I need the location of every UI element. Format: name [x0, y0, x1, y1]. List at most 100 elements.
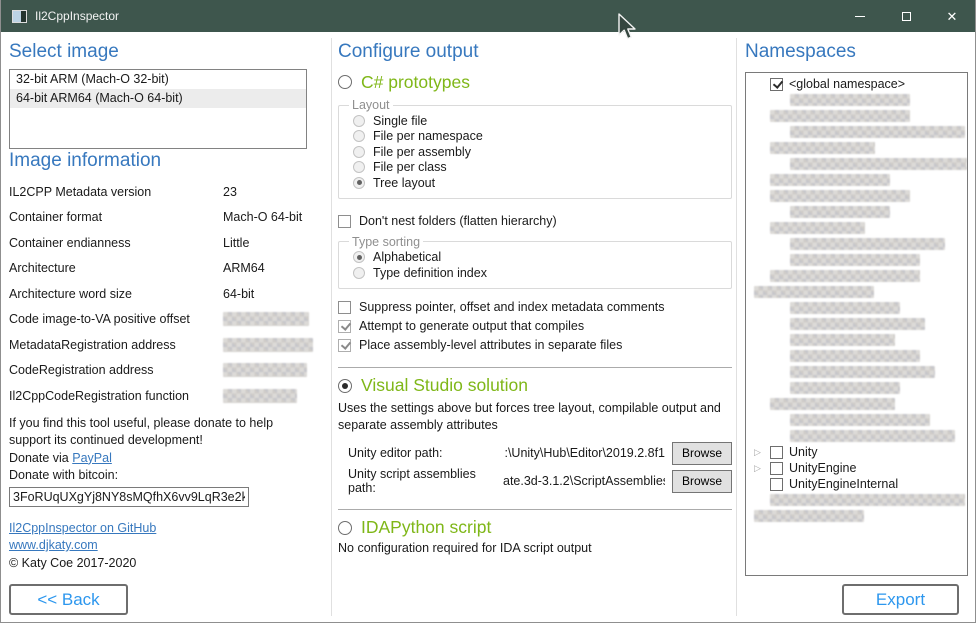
- redacted-namespace: [754, 286, 874, 298]
- namespace-item-redacted[interactable]: [746, 300, 967, 316]
- namespace-item-redacted[interactable]: [746, 364, 967, 380]
- namespace-checkbox[interactable]: [770, 478, 783, 491]
- radio-icon: [353, 177, 365, 189]
- type-sorting-option[interactable]: Alphabetical: [353, 250, 721, 266]
- visual-studio-label: Visual Studio solution: [361, 375, 528, 396]
- namespace-item-redacted[interactable]: [746, 348, 967, 364]
- donate-paypal-line: Donate via PayPal: [9, 450, 307, 468]
- namespace-item-redacted[interactable]: [746, 316, 967, 332]
- namespace-item-redacted[interactable]: [746, 140, 967, 156]
- checkbox-label: Place assembly-level attributes in separ…: [359, 338, 622, 352]
- browse-assemblies-button[interactable]: Browse: [672, 470, 732, 493]
- layout-option[interactable]: File per namespace: [353, 129, 721, 145]
- maximize-button[interactable]: [883, 0, 929, 32]
- layout-option[interactable]: Single file: [353, 113, 721, 129]
- namespace-item[interactable]: ▷Unity: [746, 444, 967, 460]
- donate-via-label: Donate via: [9, 451, 72, 465]
- redacted-value: [223, 363, 307, 377]
- namespace-item-redacted[interactable]: [746, 188, 967, 204]
- image-info-heading: Image information: [9, 149, 307, 173]
- type-sorting-option[interactable]: Type definition index: [353, 265, 721, 281]
- info-row: IL2CPP Metadata version23: [9, 179, 307, 205]
- minimize-icon: [855, 16, 865, 17]
- minimize-button[interactable]: [837, 0, 883, 32]
- back-button[interactable]: << Back: [9, 584, 128, 615]
- paypal-link[interactable]: PayPal: [72, 451, 112, 465]
- output-option-checkbox[interactable]: Attempt to generate output that compiles: [338, 317, 732, 336]
- output-option-checkbox[interactable]: Suppress pointer, offset and index metad…: [338, 298, 732, 317]
- section-divider: [338, 509, 732, 510]
- select-image-heading: Select image: [9, 40, 307, 64]
- redacted-namespace: [770, 398, 895, 410]
- redacted-namespace: [770, 190, 910, 202]
- image-info-table: IL2CPP Metadata version23Container forma…: [9, 179, 307, 409]
- column-divider-left: [331, 38, 332, 616]
- bitcoin-address-input[interactable]: [9, 487, 249, 507]
- image-list-item[interactable]: 32-bit ARM (Mach-O 32-bit): [10, 70, 306, 89]
- namespace-item[interactable]: UnityEngineInternal: [746, 476, 967, 492]
- checkbox-icon: [338, 320, 351, 333]
- radio-idapython-script[interactable]: IDAPython script: [338, 516, 732, 540]
- radio-visual-studio-solution[interactable]: Visual Studio solution: [338, 374, 732, 398]
- namespace-checkbox[interactable]: [770, 446, 783, 459]
- namespace-item-redacted[interactable]: [746, 412, 967, 428]
- close-button[interactable]: ✕: [929, 0, 975, 32]
- expander-icon[interactable]: ▷: [754, 448, 763, 457]
- namespace-checkbox[interactable]: [770, 78, 783, 91]
- namespace-item-redacted[interactable]: [746, 236, 967, 252]
- unity-script-assemblies-label: Unity script assemblies path:: [348, 467, 503, 495]
- info-row: Code image-to-VA positive offset: [9, 307, 307, 333]
- namespace-item-redacted[interactable]: [746, 92, 967, 108]
- redacted-namespace: [790, 126, 965, 138]
- github-link[interactable]: Il2CppInspector on GitHub: [9, 521, 156, 535]
- namespace-item-redacted[interactable]: [746, 252, 967, 268]
- type-sorting-options: AlphabeticalType definition index: [349, 250, 721, 281]
- export-button[interactable]: Export: [842, 584, 959, 615]
- namespace-item-redacted[interactable]: [746, 108, 967, 124]
- namespace-item-redacted[interactable]: [746, 204, 967, 220]
- namespaces-listbox[interactable]: <global namespace> ▷Unity▷UnityEngineUnit…: [745, 72, 968, 576]
- namespace-item-redacted[interactable]: [746, 492, 967, 508]
- namespace-item[interactable]: ▷UnityEngine: [746, 460, 967, 476]
- namespace-item-redacted[interactable]: [746, 380, 967, 396]
- namespace-item-redacted[interactable]: [746, 268, 967, 284]
- radio-csharp-prototypes[interactable]: C# prototypes: [338, 70, 732, 94]
- info-value: Little: [223, 236, 249, 250]
- radio-label: File per assembly: [373, 145, 471, 159]
- namespace-item-redacted[interactable]: [746, 508, 967, 524]
- info-label: Il2CppCodeRegistration function: [9, 389, 189, 403]
- website-link[interactable]: www.djkaty.com: [9, 538, 98, 552]
- namespace-checkbox[interactable]: [770, 462, 783, 475]
- namespace-item-redacted[interactable]: [746, 156, 967, 172]
- redacted-namespace: [770, 494, 965, 506]
- namespace-item-redacted[interactable]: [746, 428, 967, 444]
- radio-label: File per class: [373, 160, 447, 174]
- redacted-namespace: [790, 366, 935, 378]
- column-divider-right: [736, 38, 737, 616]
- namespace-item[interactable]: <global namespace>: [746, 76, 967, 92]
- browse-editor-button[interactable]: Browse: [672, 442, 732, 465]
- namespace-item-redacted[interactable]: [746, 332, 967, 348]
- image-listbox[interactable]: 32-bit ARM (Mach-O 32-bit)64-bit ARM64 (…: [9, 69, 307, 149]
- redacted-namespace: [754, 510, 864, 522]
- namespace-item-redacted[interactable]: [746, 172, 967, 188]
- output-option-checkbox[interactable]: Place assembly-level attributes in separ…: [338, 336, 732, 355]
- namespace-item-redacted[interactable]: [746, 220, 967, 236]
- namespace-item-redacted[interactable]: [746, 124, 967, 140]
- image-list-item[interactable]: 64-bit ARM64 (Mach-O 64-bit): [10, 89, 306, 108]
- checkbox-icon: [338, 301, 351, 314]
- visual-studio-description: Uses the settings above but forces tree …: [338, 400, 732, 434]
- checkbox-flatten-hierarchy[interactable]: Don't nest folders (flatten hierarchy): [338, 212, 732, 231]
- info-row: CodeRegistration address: [9, 358, 307, 384]
- expander-icon[interactable]: ▷: [754, 464, 763, 473]
- radio-label: File per namespace: [373, 129, 483, 143]
- namespace-item-redacted[interactable]: [746, 396, 967, 412]
- idapython-description: No configuration required for IDA script…: [338, 541, 732, 555]
- layout-option[interactable]: File per class: [353, 160, 721, 176]
- layout-option[interactable]: Tree layout: [353, 175, 721, 191]
- unity-editor-path-value: :\Unity\Hub\Editor\2019.2.8f1: [503, 446, 665, 460]
- unity-editor-path-row: Unity editor path: :\Unity\Hub\Editor\20…: [348, 442, 732, 465]
- layout-option[interactable]: File per assembly: [353, 144, 721, 160]
- type-sorting-title: Type sorting: [349, 235, 423, 249]
- namespace-item-redacted[interactable]: [746, 284, 967, 300]
